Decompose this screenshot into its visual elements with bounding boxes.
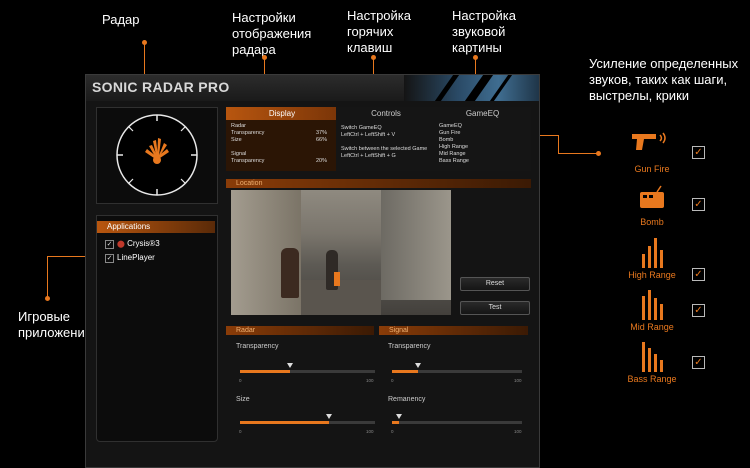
signal-remanency-min: 0 (391, 429, 394, 434)
game-preview-image (231, 190, 451, 315)
callout-line-hotkeys-1 (373, 58, 374, 74)
radar-transparency-slider[interactable] (240, 363, 375, 373)
callout-radar: Радар (102, 12, 140, 27)
sound-label: Mid Range (630, 322, 674, 332)
tab-gameeq-summary: GameEQ Gun Fire Bomb High Range Mid Rang… (439, 123, 469, 164)
callout-display-settings: Настройки отображения радара (232, 10, 312, 57)
settings-tabs: Display Radar Transparency Size Signal T… (226, 107, 531, 171)
callout-line-sound-1 (475, 58, 476, 74)
signal-remanency-max: 100 (514, 429, 522, 434)
sound-checkbox-mid-range[interactable]: ✓ (692, 304, 705, 317)
app-item-crysis[interactable]: ✓ ⬤ Crysis®3 (105, 238, 215, 250)
radar-transparency-label: Transparency (236, 343, 279, 350)
signal-remanency-slider[interactable] (392, 414, 522, 424)
title-art (404, 75, 539, 101)
radar-size-min: 0 (239, 429, 242, 434)
app-title: SONIC RADAR PRO (92, 79, 230, 95)
app-name: Crysis®3 (127, 239, 160, 248)
radar-dial-icon (116, 114, 198, 196)
callout-game-apps: Игровые приложения (18, 309, 92, 340)
radar-section-header: Radar (226, 326, 374, 335)
sound-bass-range: Bass Range ✓ (612, 340, 705, 388)
app-name: LinePlayer (117, 253, 155, 262)
tab-display-label: Display (226, 107, 338, 120)
radar-size-max: 100 (366, 429, 374, 434)
radar-transparency-min: 0 (239, 378, 242, 383)
display-signal-transparency-value: 20% (316, 158, 328, 164)
signal-transparency-min: 0 (391, 378, 394, 383)
signal-transparency-max: 100 (514, 378, 522, 383)
radar-size-label: Size (236, 396, 250, 403)
signal-transparency-slider[interactable] (392, 363, 522, 373)
app-checkbox[interactable]: ✓ (105, 240, 114, 249)
radar-size-slider[interactable] (240, 414, 375, 424)
test-button[interactable]: Test (460, 301, 530, 315)
title-bar: SONIC RADAR PRO (86, 75, 539, 101)
callout-line-amplify-2 (558, 135, 559, 153)
tab-display-summary: Radar Transparency Size Signal Transpare… (231, 123, 265, 164)
sound-mid-range: Mid Range ✓ (612, 288, 705, 336)
sound-bomb: Bomb ✓ (612, 184, 705, 230)
signal-remanency-label: Remanency (388, 396, 426, 403)
applications-header: Applications (97, 221, 215, 233)
tab-gameeq[interactable]: GameEQ GameEQ Gun Fire Bomb High Range M… (434, 107, 531, 171)
tab-controls-label: Controls (371, 109, 401, 118)
sound-label: Gun Fire (634, 164, 670, 174)
radar-transparency-max: 100 (366, 378, 374, 383)
display-radar-transparency-value: 37% (316, 130, 328, 136)
applications-panel: Applications ✓ ⬤ Crysis®3 ✓ LinePlayer (96, 215, 218, 442)
tab-gameeq-label: GameEQ (465, 109, 500, 118)
sound-label: Bomb (640, 217, 664, 227)
tab-display[interactable]: Display Radar Transparency Size Signal T… (226, 107, 338, 171)
app-item-lineplayer[interactable]: ✓ LinePlayer (105, 252, 215, 264)
bass-range-bars-icon (642, 342, 663, 372)
sonic-radar-window: SONIC RADAR PRO Applications ✓ ⬤ Crysis®… (85, 74, 540, 468)
sound-checkbox-high-range[interactable]: ✓ (692, 268, 705, 281)
crysis-icon: ⬤ (117, 241, 125, 248)
radar-preview (96, 107, 218, 204)
signal-section-header: Signal (379, 326, 528, 335)
sound-label: Bass Range (627, 374, 677, 384)
callout-line-apps-1 (47, 256, 48, 298)
signal-transparency-label: Transparency (388, 343, 431, 350)
reset-button[interactable]: Reset (460, 277, 530, 291)
callout-sound-picture: Настройка звуковой картины (452, 8, 516, 55)
sound-gun-fire: Gun Fire ✓ (612, 130, 705, 180)
sound-high-range: High Range ✓ (612, 236, 705, 284)
callout-hotkeys: Настройка горячих клавиш (347, 8, 411, 55)
high-range-bars-icon (642, 238, 663, 268)
display-radar-size-value: 66% (316, 137, 328, 143)
callout-line-display-1 (264, 58, 265, 74)
app-checkbox[interactable]: ✓ (105, 254, 114, 263)
gun-icon (632, 132, 666, 150)
tab-controls[interactable]: Controls Switch GameEQ LeftCtrl + LeftSh… (336, 107, 436, 171)
sound-checkbox-gun-fire[interactable]: ✓ (692, 146, 705, 159)
mid-range-bars-icon (642, 290, 663, 320)
callout-amplify: Усиление определенных звуков, таких как … (589, 56, 739, 103)
tab-controls-summary: Switch GameEQ LeftCtrl + LeftShift + V S… (341, 125, 428, 159)
callout-line-amplify-1 (558, 153, 598, 154)
sound-checkbox-bass-range[interactable]: ✓ (692, 356, 705, 369)
location-header: Location (226, 179, 531, 188)
sound-checkbox-bomb[interactable]: ✓ (692, 198, 705, 211)
bomb-icon (640, 185, 664, 208)
sound-label: High Range (628, 270, 676, 280)
